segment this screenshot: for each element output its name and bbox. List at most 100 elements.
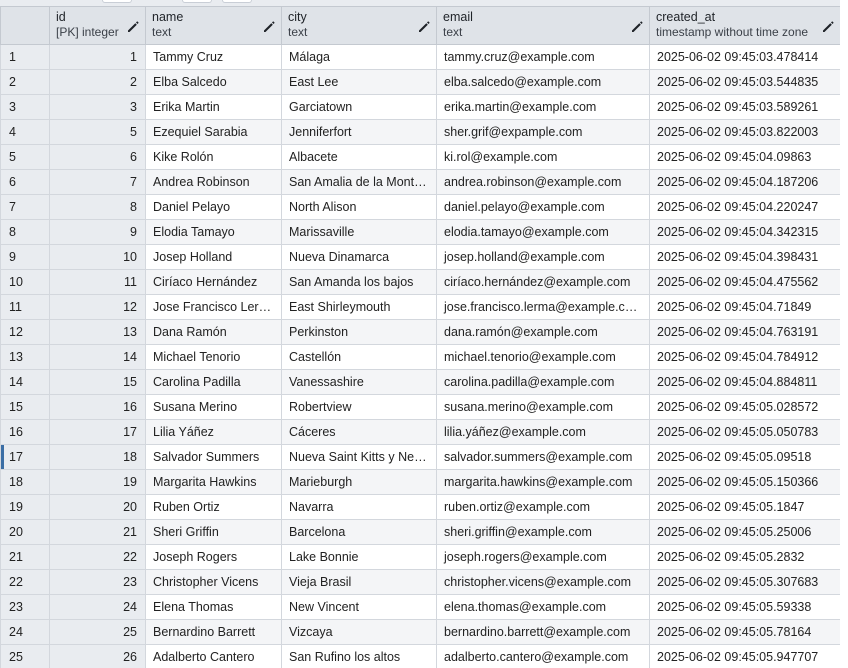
- row-number[interactable]: 23: [0, 594, 50, 620]
- cell-id[interactable]: 21: [49, 519, 146, 545]
- cell-created-at[interactable]: 2025-06-02 09:45:04.884811: [649, 369, 841, 395]
- cell-id[interactable]: 12: [49, 294, 146, 320]
- row-number[interactable]: 11: [0, 294, 50, 320]
- cell-email[interactable]: ki.rol@example.com: [436, 144, 650, 170]
- row-number[interactable]: 14: [0, 369, 50, 395]
- cell-created-at[interactable]: 2025-06-02 09:45:03.544835: [649, 69, 841, 95]
- cell-city[interactable]: Garciatown: [281, 94, 437, 120]
- table-row[interactable]: 3 3 Erika Martin Garciatown erika.martin@exa…: [0, 94, 841, 120]
- row-number[interactable]: 22: [0, 569, 50, 595]
- table-row[interactable]: 14 15 Carolina Padilla Vanessashire carolina…: [0, 369, 841, 395]
- cell-created-at[interactable]: 2025-06-02 09:45:05.25006: [649, 519, 841, 545]
- table-row[interactable]: 20 21 Sheri Griffin Barcelona sheri.griffin@…: [0, 519, 841, 545]
- cell-city[interactable]: San Amalia de la Montaña: [281, 169, 437, 195]
- row-number[interactable]: 25: [0, 644, 50, 668]
- table-row[interactable]: 2 2 Elba Salcedo East Lee elba.salcedo@examp…: [0, 69, 841, 95]
- cell-name[interactable]: Salvador Summers: [145, 444, 282, 470]
- cell-email[interactable]: ruben.ortiz@example.com: [436, 494, 650, 520]
- cell-email[interactable]: salvador.summers@example.com: [436, 444, 650, 470]
- cell-city[interactable]: Marieburgh: [281, 469, 437, 495]
- pencil-icon[interactable]: [821, 20, 835, 34]
- toolbar-tab[interactable]: [182, 0, 212, 3]
- cell-id[interactable]: 10: [49, 244, 146, 270]
- cell-city[interactable]: Málaga: [281, 44, 437, 70]
- cell-name[interactable]: Ruben Ortiz: [145, 494, 282, 520]
- cell-created-at[interactable]: 2025-06-02 09:45:04.71849: [649, 294, 841, 320]
- cell-id[interactable]: 23: [49, 569, 146, 595]
- pencil-icon[interactable]: [126, 20, 140, 34]
- row-number[interactable]: 20: [0, 519, 50, 545]
- cell-id[interactable]: 9: [49, 219, 146, 245]
- cell-email[interactable]: adalberto.cantero@example.com: [436, 644, 650, 668]
- cell-city[interactable]: Lake Bonnie: [281, 544, 437, 570]
- cell-id[interactable]: 3: [49, 94, 146, 120]
- row-number[interactable]: 17: [0, 444, 50, 470]
- cell-created-at[interactable]: 2025-06-02 09:45:05.59338: [649, 594, 841, 620]
- cell-name[interactable]: Elodia Tamayo: [145, 219, 282, 245]
- cell-name[interactable]: Jose Francisco Lerma: [145, 294, 282, 320]
- row-number[interactable]: 2: [0, 69, 50, 95]
- cell-name[interactable]: Daniel Pelayo: [145, 194, 282, 220]
- cell-email[interactable]: elena.thomas@example.com: [436, 594, 650, 620]
- table-row[interactable]: 12 13 Dana Ramón Perkinston dana.ramón@examp…: [0, 319, 841, 345]
- cell-created-at[interactable]: 2025-06-02 09:45:05.050783: [649, 419, 841, 445]
- column-header-id[interactable]: id [PK] integer: [49, 6, 146, 45]
- cell-name[interactable]: Margarita Hawkins: [145, 469, 282, 495]
- cell-city[interactable]: Vizcaya: [281, 619, 437, 645]
- cell-email[interactable]: joseph.rogers@example.com: [436, 544, 650, 570]
- cell-email[interactable]: dana.ramón@example.com: [436, 319, 650, 345]
- cell-name[interactable]: Ezequiel Sarabia: [145, 119, 282, 145]
- table-row[interactable]: 1 1 Tammy Cruz Málaga tammy.cruz@example.com…: [0, 44, 841, 70]
- table-row[interactable]: 19 20 Ruben Ortiz Navarra ruben.ortiz@exampl…: [0, 494, 841, 520]
- cell-city[interactable]: San Rufino los altos: [281, 644, 437, 668]
- cell-created-at[interactable]: 2025-06-02 09:45:05.947707: [649, 644, 841, 668]
- cell-created-at[interactable]: 2025-06-02 09:45:03.589261: [649, 94, 841, 120]
- cell-created-at[interactable]: 2025-06-02 09:45:04.475562: [649, 269, 841, 295]
- cell-city[interactable]: Castellón: [281, 344, 437, 370]
- cell-id[interactable]: 13: [49, 319, 146, 345]
- cell-created-at[interactable]: 2025-06-02 09:45:05.307683: [649, 569, 841, 595]
- cell-email[interactable]: sher.grif@expample.com: [436, 119, 650, 145]
- cell-created-at[interactable]: 2025-06-02 09:45:05.150366: [649, 469, 841, 495]
- table-row[interactable]: 17 18 Salvador Summers Nueva Saint Kitts y …: [0, 444, 841, 470]
- cell-city[interactable]: Jenniferfort: [281, 119, 437, 145]
- cell-city[interactable]: Nueva Saint Kitts y Nevis: [281, 444, 437, 470]
- row-number[interactable]: 4: [0, 119, 50, 145]
- table-row[interactable]: 18 19 Margarita Hawkins Marieburgh margarita…: [0, 469, 841, 495]
- cell-city[interactable]: Perkinston: [281, 319, 437, 345]
- cell-name[interactable]: Dana Ramón: [145, 319, 282, 345]
- cell-email[interactable]: elodia.tamayo@example.com: [436, 219, 650, 245]
- table-row[interactable]: 21 22 Joseph Rogers Lake Bonnie joseph.roger…: [0, 544, 841, 570]
- cell-name[interactable]: Lilia Yáñez: [145, 419, 282, 445]
- cell-city[interactable]: Marissaville: [281, 219, 437, 245]
- cell-email[interactable]: josep.holland@example.com: [436, 244, 650, 270]
- table-row[interactable]: 25 26 Adalberto Cantero San Rufino los alto…: [0, 644, 841, 668]
- row-number[interactable]: 8: [0, 219, 50, 245]
- table-row[interactable]: 23 24 Elena Thomas New Vincent elena.thomas@…: [0, 594, 841, 620]
- table-row[interactable]: 24 25 Bernardino Barrett Vizcaya bernardino.…: [0, 619, 841, 645]
- cell-city[interactable]: Vieja Brasil: [281, 569, 437, 595]
- row-number[interactable]: 18: [0, 469, 50, 495]
- cell-email[interactable]: michael.tenorio@example.com: [436, 344, 650, 370]
- cell-name[interactable]: Adalberto Cantero: [145, 644, 282, 668]
- row-number[interactable]: 16: [0, 419, 50, 445]
- toolbar-tab[interactable]: [222, 0, 252, 3]
- cell-id[interactable]: 14: [49, 344, 146, 370]
- pencil-icon[interactable]: [630, 20, 644, 34]
- cell-created-at[interactable]: 2025-06-02 09:45:04.398431: [649, 244, 841, 270]
- table-row[interactable]: 16 17 Lilia Yáñez Cáceres lilia.yáñez@exampl…: [0, 419, 841, 445]
- cell-created-at[interactable]: 2025-06-02 09:45:05.2832: [649, 544, 841, 570]
- toolbar-tab[interactable]: [102, 0, 132, 3]
- row-number[interactable]: 5: [0, 144, 50, 170]
- cell-email[interactable]: tammy.cruz@example.com: [436, 44, 650, 70]
- cell-name[interactable]: Josep Holland: [145, 244, 282, 270]
- cell-name[interactable]: Carolina Padilla: [145, 369, 282, 395]
- cell-created-at[interactable]: 2025-06-02 09:45:05.028572: [649, 394, 841, 420]
- cell-email[interactable]: margarita.hawkins@example.com: [436, 469, 650, 495]
- row-number[interactable]: 13: [0, 344, 50, 370]
- cell-created-at[interactable]: 2025-06-02 09:45:04.763191: [649, 319, 841, 345]
- cell-id[interactable]: 18: [49, 444, 146, 470]
- cell-email[interactable]: sheri.griffin@example.com: [436, 519, 650, 545]
- column-header-email[interactable]: email text: [436, 6, 650, 45]
- cell-created-at[interactable]: 2025-06-02 09:45:05.78164: [649, 619, 841, 645]
